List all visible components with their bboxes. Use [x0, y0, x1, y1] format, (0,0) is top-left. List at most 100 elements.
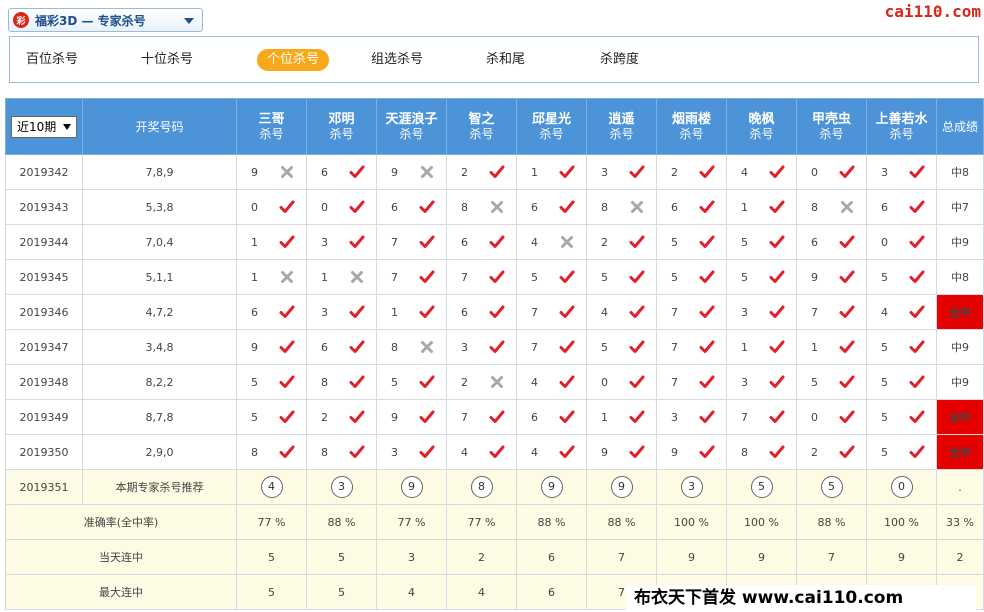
draw-cell: 2,9,0 — [82, 434, 237, 470]
check-icon — [419, 444, 435, 460]
expert-sub: 杀号 — [679, 126, 704, 141]
kill-number: 0 — [251, 200, 258, 214]
cross-icon — [419, 339, 435, 355]
check-icon — [909, 304, 925, 320]
stat-value: 77 % — [236, 504, 307, 540]
kill-number: 8 — [601, 200, 608, 214]
lottery-type-select[interactable]: 彩 福彩3D — 专家杀号 — [8, 8, 203, 32]
kill-number: 6 — [251, 305, 258, 319]
kill-number: 4 — [531, 445, 538, 459]
recommend-row: 2019351 本期专家杀号推荐 4 3 9 8 9 9 3 5 5 0. — [5, 469, 984, 505]
pick-cell: 3 — [726, 364, 797, 400]
pick-cell: 0 — [586, 364, 657, 400]
expert-header[interactable]: 甲壳虫 杀号 — [796, 98, 867, 155]
kill-number: 2 — [671, 165, 678, 179]
expert-header[interactable]: 逍遥 杀号 — [586, 98, 657, 155]
expert-header[interactable]: 智之 杀号 — [446, 98, 517, 155]
tab-group-kill[interactable]: 组选杀号 — [361, 49, 433, 71]
tab-hundreds-kill[interactable]: 百位杀号 — [16, 49, 88, 71]
stat-value: 6 — [516, 574, 587, 610]
tab-span-kill[interactable]: 杀跨度 — [590, 49, 649, 71]
recommend-cell: 4 — [236, 469, 307, 505]
pick-cell: 2 — [446, 364, 517, 400]
kill-number: 3 — [321, 235, 328, 249]
recommend-cell: 3 — [656, 469, 727, 505]
kill-number: 9 — [251, 165, 258, 179]
check-icon — [489, 164, 505, 180]
check-icon — [839, 269, 855, 285]
cross-icon — [489, 374, 505, 390]
expert-header[interactable]: 邓明 杀号 — [306, 98, 377, 155]
expert-name: 邓明 — [328, 111, 355, 127]
expert-header[interactable]: 晚枫 杀号 — [726, 98, 797, 155]
table-row: 2019350 2,9,0 8 8 3 4 4 9 9 8 2 5 全中 — [5, 434, 984, 470]
kill-number: 4 — [461, 445, 468, 459]
expert-name: 天涯浪子 — [385, 111, 438, 127]
check-icon — [699, 339, 715, 355]
expert-header[interactable]: 天涯浪子 杀号 — [376, 98, 447, 155]
kill-number: 4 — [531, 235, 538, 249]
check-icon — [559, 304, 575, 320]
period-select[interactable]: 近10期 — [11, 115, 77, 138]
kill-number: 8 — [251, 445, 258, 459]
expert-kill-table: 近10期 开奖号码 三哥 杀号 邓明 杀号 天涯浪子 杀号 智之 杀号 邱星光 杀号 逍遥… — [5, 98, 984, 610]
expert-header[interactable]: 三哥 杀号 — [236, 98, 307, 155]
pick-cell: 3 — [446, 329, 517, 365]
pick-cell: 3 — [726, 294, 797, 330]
kill-number: 1 — [531, 165, 538, 179]
tab-units-kill[interactable]: 个位杀号 — [257, 49, 330, 71]
kill-number: 5 — [601, 340, 608, 354]
kill-number: 8 — [461, 200, 468, 214]
expert-header[interactable]: 烟雨楼 杀号 — [656, 98, 727, 155]
expert-header[interactable]: 上善若水 杀号 — [866, 98, 937, 155]
check-icon — [839, 339, 855, 355]
cross-icon — [839, 199, 855, 215]
kill-number: 8 — [321, 445, 328, 459]
pick-cell: 7 — [446, 399, 517, 435]
pick-cell: 5 — [796, 364, 867, 400]
check-icon — [909, 409, 925, 425]
pick-cell: 8 — [796, 189, 867, 225]
stat-row: 当天连中 5 5 3 2 6 7 9 9 7 9 2 — [5, 539, 984, 575]
check-icon — [279, 409, 295, 425]
total-cell: . — [936, 469, 984, 505]
kill-number: 5 — [881, 270, 888, 284]
cross-icon — [419, 164, 435, 180]
cross-icon — [349, 269, 365, 285]
check-icon — [559, 199, 575, 215]
tab-sum-tail-kill[interactable]: 杀和尾 — [476, 49, 535, 71]
pick-cell: 6 — [306, 154, 377, 190]
kill-number: 8 — [321, 375, 328, 389]
kill-number: 5 — [881, 445, 888, 459]
pick-cell: 5 — [656, 259, 727, 295]
check-icon — [419, 304, 435, 320]
site-logo[interactable]: cai110.com — [885, 2, 981, 21]
expert-name: 邱星光 — [531, 111, 571, 127]
tab-tens-kill[interactable]: 十位杀号 — [131, 49, 203, 71]
kill-number: 3 — [391, 445, 398, 459]
kill-number: 3 — [741, 305, 748, 319]
recommend-cell: 8 — [446, 469, 517, 505]
expert-header[interactable]: 邱星光 杀号 — [516, 98, 587, 155]
kill-number: 3 — [671, 410, 678, 424]
pick-cell: 1 — [796, 329, 867, 365]
pick-cell: 2 — [656, 154, 727, 190]
pick-cell: 6 — [656, 189, 727, 225]
kill-number: 1 — [321, 270, 328, 284]
table-row: 2019347 3,4,8 9 6 8 3 7 5 7 1 1 5 中9 — [5, 329, 984, 365]
check-icon — [769, 304, 785, 320]
stat-value: 9 — [726, 539, 797, 575]
stat-value: 77 % — [376, 504, 447, 540]
kill-number: 6 — [461, 235, 468, 249]
check-icon — [489, 234, 505, 250]
kill-number: 4 — [531, 375, 538, 389]
check-icon — [489, 409, 505, 425]
pick-cell: 6 — [236, 294, 307, 330]
kill-number: 7 — [811, 305, 818, 319]
kill-number: 5 — [391, 375, 398, 389]
kill-number: 5 — [881, 410, 888, 424]
kill-number: 9 — [811, 270, 818, 284]
check-icon — [699, 409, 715, 425]
pick-cell: 4 — [446, 434, 517, 470]
pick-cell: 8 — [726, 434, 797, 470]
